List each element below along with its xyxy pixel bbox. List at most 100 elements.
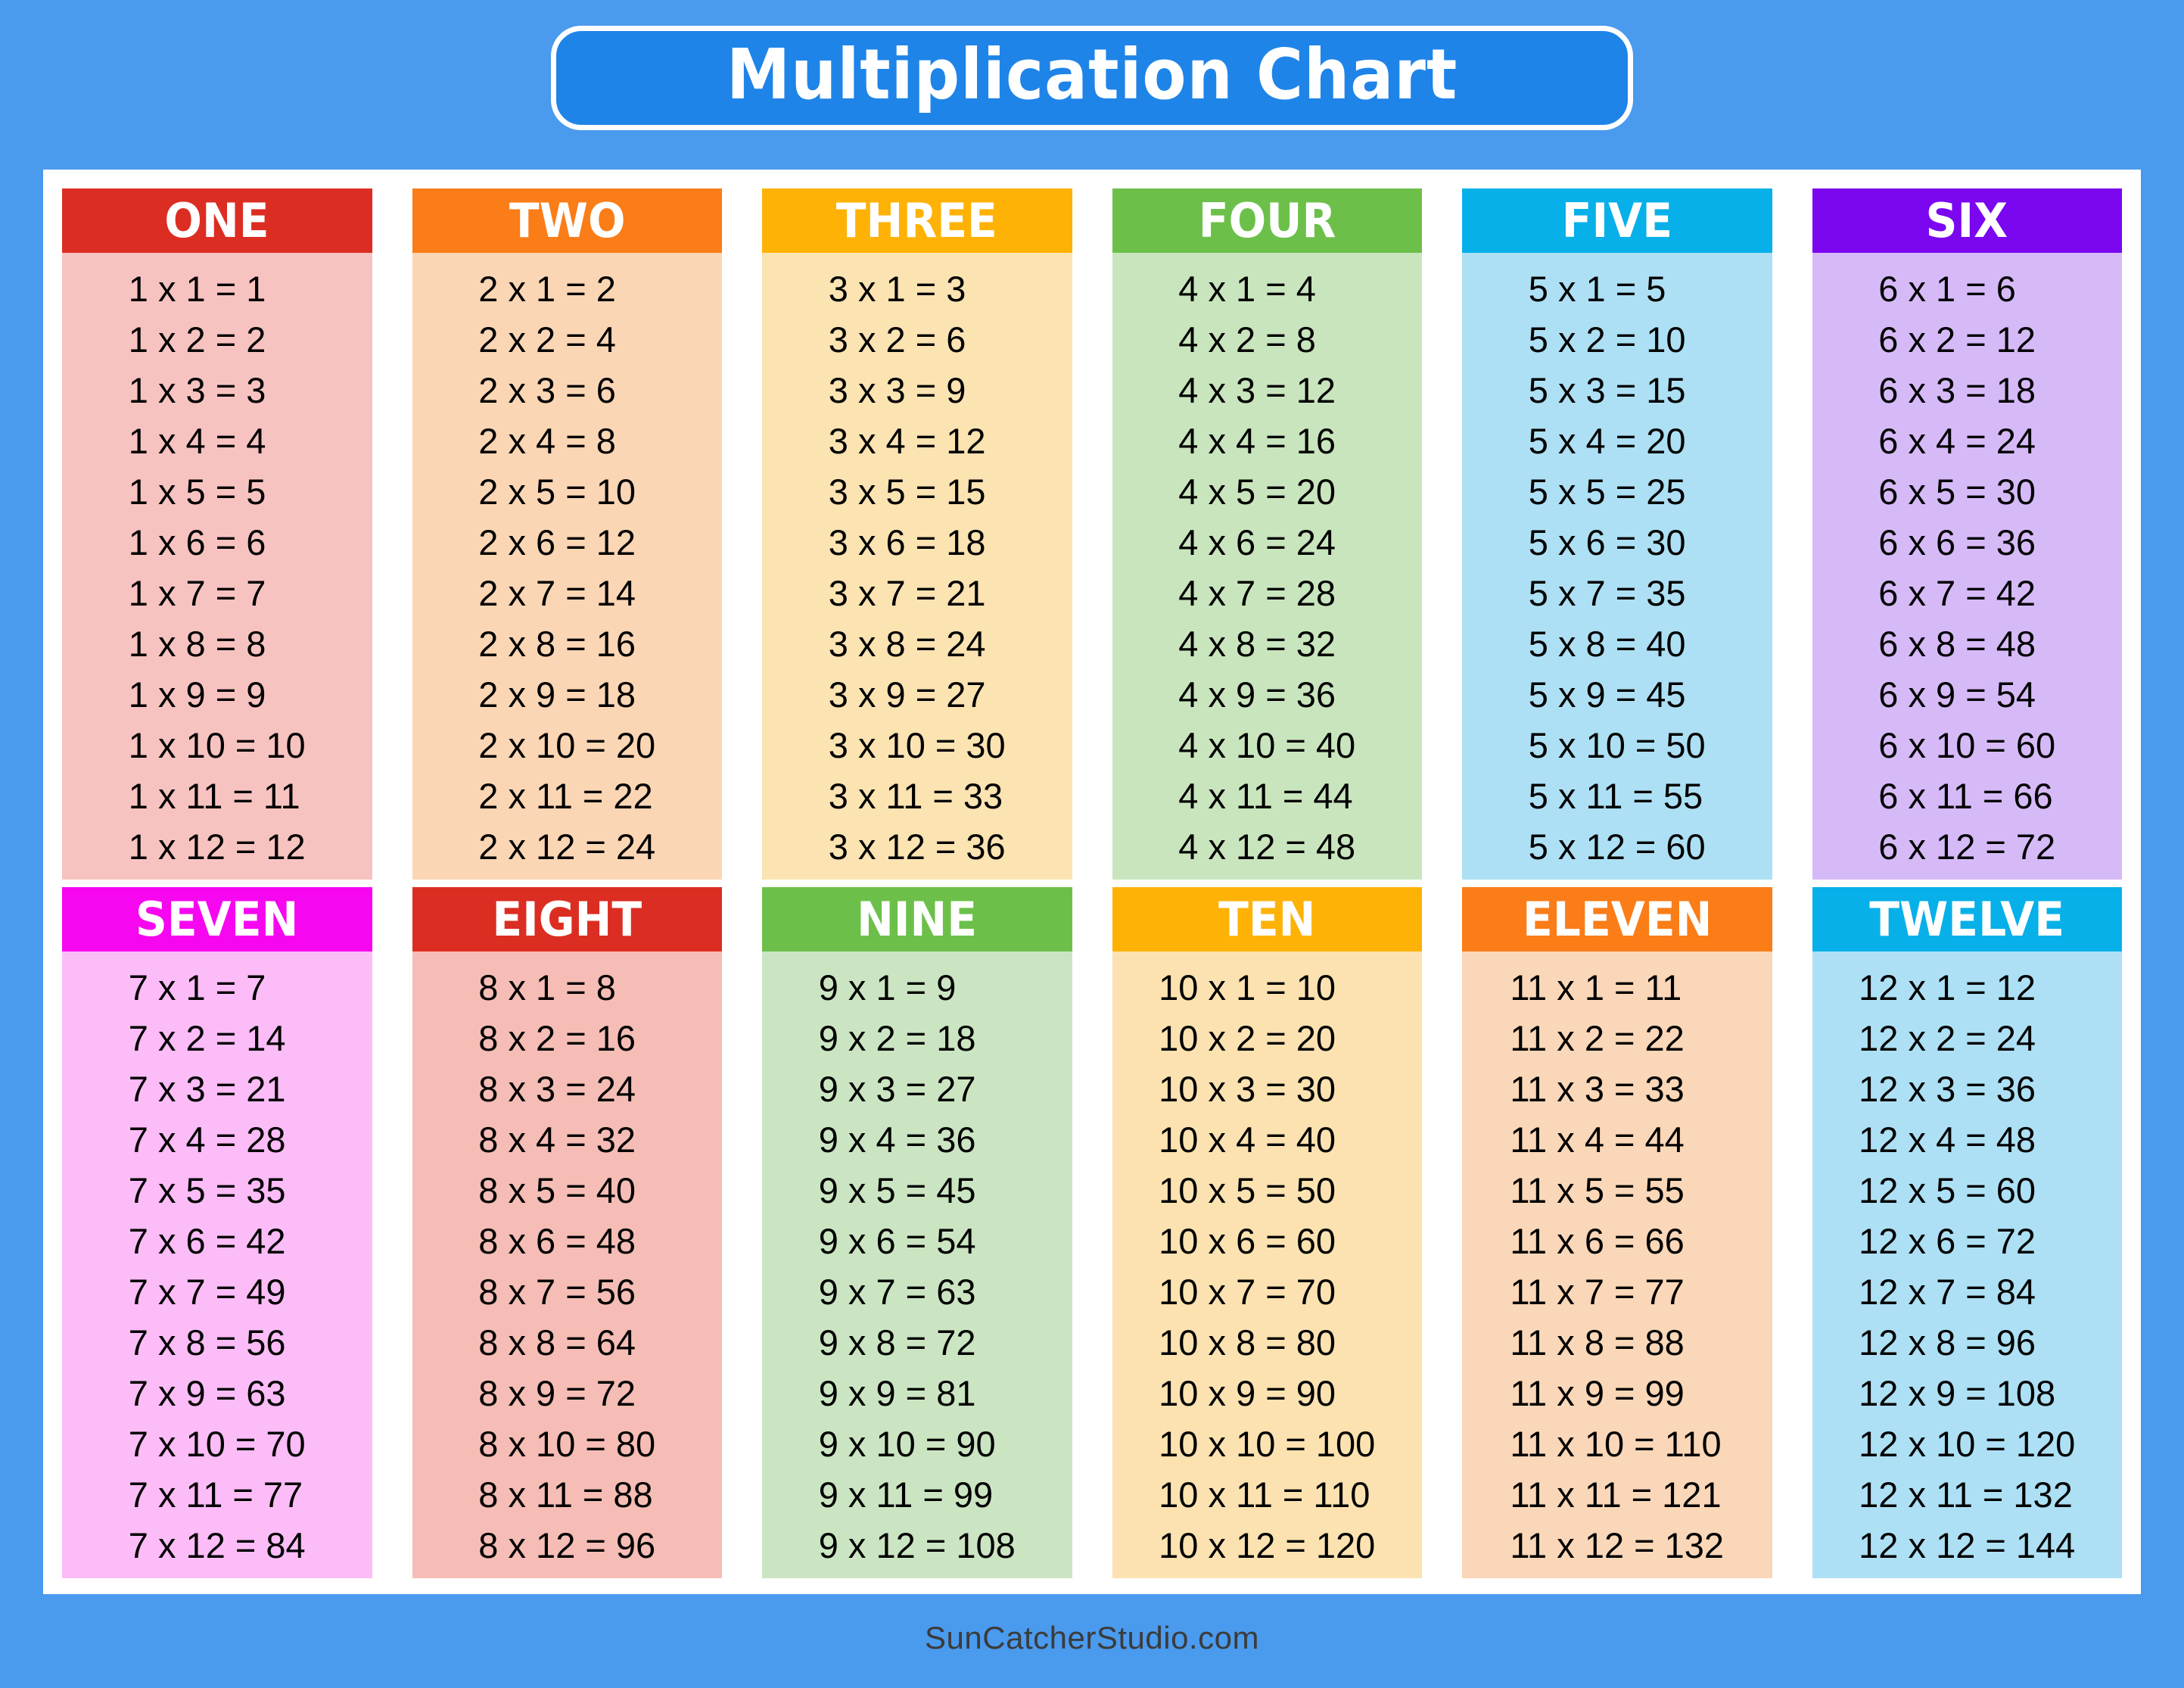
table-header-label: TWO [509, 192, 626, 248]
fact-row: 4 x 11 = 44 [1178, 776, 1353, 816]
fact-row: 1 x 4 = 4 [128, 421, 266, 461]
table-header-12: TWELVE [1812, 887, 2122, 951]
fact-row: 2 x 3 = 6 [478, 370, 616, 410]
table-body-8: 8 x 1 = 8 8 x 2 = 16 8 x 3 = 24 8 x 4 = 32 8… [412, 951, 722, 1578]
fact-row: 2 x 4 = 8 [478, 421, 616, 461]
fact-row: 4 x 3 = 12 [1178, 370, 1336, 410]
fact-row: 9 x 8 = 72 [818, 1322, 976, 1363]
fact-list: 9 x 1 = 9 9 x 2 = 18 9 x 3 = 27 9 x 4 = 36 9… [819, 962, 1016, 1571]
multiplication-table-10: TEN 10 x 1 = 10 10 x 2 = 20 10 x 3 = 30 10 x… [1112, 887, 1422, 1578]
fact-row: 4 x 1 = 4 [1178, 269, 1316, 309]
fact-row: 11 x 9 = 99 [1510, 1373, 1685, 1413]
fact-row: 1 x 8 = 8 [128, 624, 266, 664]
fact-row: 6 x 5 = 30 [1878, 472, 2036, 512]
fact-row: 8 x 12 = 96 [478, 1525, 656, 1565]
fact-row: 12 x 1 = 12 [1859, 967, 2036, 1008]
multiplication-table-5: FIVE 5 x 1 = 5 5 x 2 = 10 5 x 3 = 15 5 x 4 =… [1462, 188, 1772, 880]
fact-row: 7 x 12 = 84 [128, 1525, 306, 1565]
fact-row: 9 x 11 = 99 [818, 1475, 994, 1515]
fact-row: 3 x 5 = 15 [828, 472, 986, 512]
multiplication-table-4: FOUR 4 x 1 = 4 4 x 2 = 8 4 x 3 = 12 4 x 4 = … [1112, 188, 1422, 880]
multiplication-table-6: SIX 6 x 1 = 6 6 x 2 = 12 6 x 3 = 18 6 x 4 = … [1812, 188, 2122, 880]
fact-row: 1 x 11 = 11 [128, 776, 300, 816]
fact-row: 6 x 11 = 66 [1878, 776, 2053, 816]
table-header-1: ONE [62, 188, 372, 253]
fact-list: 7 x 1 = 7 7 x 2 = 14 7 x 3 = 21 7 x 4 = 28 7… [129, 962, 306, 1571]
fact-row: 10 x 8 = 80 [1159, 1322, 1336, 1363]
fact-row: 3 x 12 = 36 [828, 827, 1006, 867]
fact-row: 8 x 7 = 56 [478, 1272, 636, 1312]
fact-row: 12 x 4 = 48 [1859, 1120, 2036, 1160]
fact-list: 4 x 1 = 4 4 x 2 = 8 4 x 3 = 12 4 x 4 = 16 4 … [1178, 263, 1355, 872]
fact-row: 8 x 8 = 64 [478, 1322, 636, 1363]
fact-row: 10 x 9 = 90 [1159, 1373, 1336, 1413]
fact-row: 3 x 10 = 30 [828, 725, 1006, 765]
fact-row: 6 x 12 = 72 [1878, 827, 2056, 867]
fact-row: 4 x 5 = 20 [1178, 472, 1336, 512]
fact-row: 12 x 9 = 108 [1859, 1373, 2056, 1413]
table-body-12: 12 x 1 = 12 12 x 2 = 24 12 x 3 = 36 12 x 4 … [1812, 951, 2122, 1578]
fact-row: 9 x 3 = 27 [818, 1069, 976, 1109]
multiplication-table-9: NINE 9 x 1 = 9 9 x 2 = 18 9 x 3 = 27 9 x 4 =… [762, 887, 1072, 1578]
fact-row: 4 x 2 = 8 [1178, 319, 1316, 360]
fact-row: 11 x 1 = 11 [1510, 967, 1682, 1008]
fact-row: 5 x 11 = 55 [1528, 776, 1703, 816]
table-header-2: TWO [412, 188, 722, 253]
fact-row: 8 x 6 = 48 [478, 1221, 636, 1261]
table-body-11: 11 x 1 = 11 11 x 2 = 22 11 x 3 = 33 11 x 4 … [1462, 951, 1772, 1578]
table-body-2: 2 x 1 = 2 2 x 2 = 4 2 x 3 = 6 2 x 4 = 8 2 x … [412, 253, 722, 880]
fact-row: 3 x 6 = 18 [828, 522, 986, 562]
table-header-5: FIVE [1462, 188, 1772, 253]
fact-row: 1 x 7 = 7 [128, 573, 266, 613]
fact-row: 7 x 6 = 42 [128, 1221, 286, 1261]
fact-row: 3 x 9 = 27 [828, 674, 986, 715]
fact-row: 8 x 9 = 72 [478, 1373, 636, 1413]
multiplication-table-8: EIGHT 8 x 1 = 8 8 x 2 = 16 8 x 3 = 24 8 x 4 … [412, 887, 722, 1578]
table-header-label: EIGHT [492, 891, 642, 947]
fact-row: 4 x 4 = 16 [1178, 421, 1336, 461]
multiplication-table-3: THREE 3 x 1 = 3 3 x 2 = 6 3 x 3 = 9 3 x 4 = … [762, 188, 1072, 880]
fact-row: 5 x 4 = 20 [1528, 421, 1686, 461]
fact-row: 9 x 5 = 45 [818, 1170, 976, 1210]
table-header-4: FOUR [1112, 188, 1422, 253]
fact-row: 1 x 2 = 2 [128, 319, 266, 360]
fact-list: 11 x 1 = 11 11 x 2 = 22 11 x 3 = 33 11 x 4 … [1510, 962, 1724, 1571]
fact-row: 2 x 2 = 4 [478, 319, 616, 360]
fact-row: 5 x 3 = 15 [1528, 370, 1686, 410]
fact-row: 7 x 8 = 56 [128, 1322, 286, 1363]
fact-row: 9 x 1 = 9 [818, 967, 957, 1008]
fact-row: 12 x 5 = 60 [1859, 1170, 2036, 1210]
fact-row: 5 x 9 = 45 [1528, 674, 1686, 715]
fact-row: 10 x 3 = 30 [1159, 1069, 1336, 1109]
table-header-label: ONE [164, 192, 269, 248]
fact-row: 7 x 4 = 28 [128, 1120, 286, 1160]
fact-row: 6 x 1 = 6 [1878, 269, 2016, 309]
fact-row: 5 x 7 = 35 [1528, 573, 1686, 613]
fact-row: 1 x 1 = 1 [128, 269, 266, 309]
multiplication-table-7: SEVEN 7 x 1 = 7 7 x 2 = 14 7 x 3 = 21 7 x 4 … [62, 887, 372, 1578]
fact-row: 11 x 2 = 22 [1510, 1018, 1685, 1058]
fact-row: 9 x 9 = 81 [818, 1373, 976, 1413]
fact-row: 8 x 3 = 24 [478, 1069, 636, 1109]
fact-row: 9 x 7 = 63 [818, 1272, 976, 1312]
multiplication-table-1: ONE 1 x 1 = 11 x 2 = 21 x 3 = 31 x 4 = 41… [62, 188, 372, 880]
fact-row: 7 x 7 = 49 [128, 1272, 286, 1312]
fact-row: 7 x 2 = 14 [128, 1018, 286, 1058]
fact-row: 12 x 10 = 120 [1859, 1424, 2076, 1464]
fact-row: 7 x 10 = 70 [128, 1424, 306, 1464]
fact-row: 5 x 6 = 30 [1528, 522, 1686, 562]
table-header-7: SEVEN [62, 887, 372, 951]
table-header-3: THREE [762, 188, 1072, 253]
fact-row: 11 x 12 = 132 [1510, 1525, 1725, 1565]
table-body-10: 10 x 1 = 10 10 x 2 = 20 10 x 3 = 30 10 x 4 … [1112, 951, 1422, 1578]
fact-row: 8 x 11 = 88 [478, 1475, 653, 1515]
table-header-label: TEN [1218, 891, 1316, 947]
fact-row: 2 x 1 = 2 [478, 269, 616, 309]
fact-row: 12 x 8 = 96 [1859, 1322, 2036, 1363]
fact-row: 3 x 3 = 9 [828, 370, 966, 410]
table-header-label: THREE [836, 192, 998, 248]
table-header-10: TEN [1112, 887, 1422, 951]
fact-row: 5 x 10 = 50 [1528, 725, 1706, 765]
fact-list: 8 x 1 = 8 8 x 2 = 16 8 x 3 = 24 8 x 4 = 32 8… [478, 962, 655, 1571]
fact-row: 12 x 7 = 84 [1859, 1272, 2036, 1312]
